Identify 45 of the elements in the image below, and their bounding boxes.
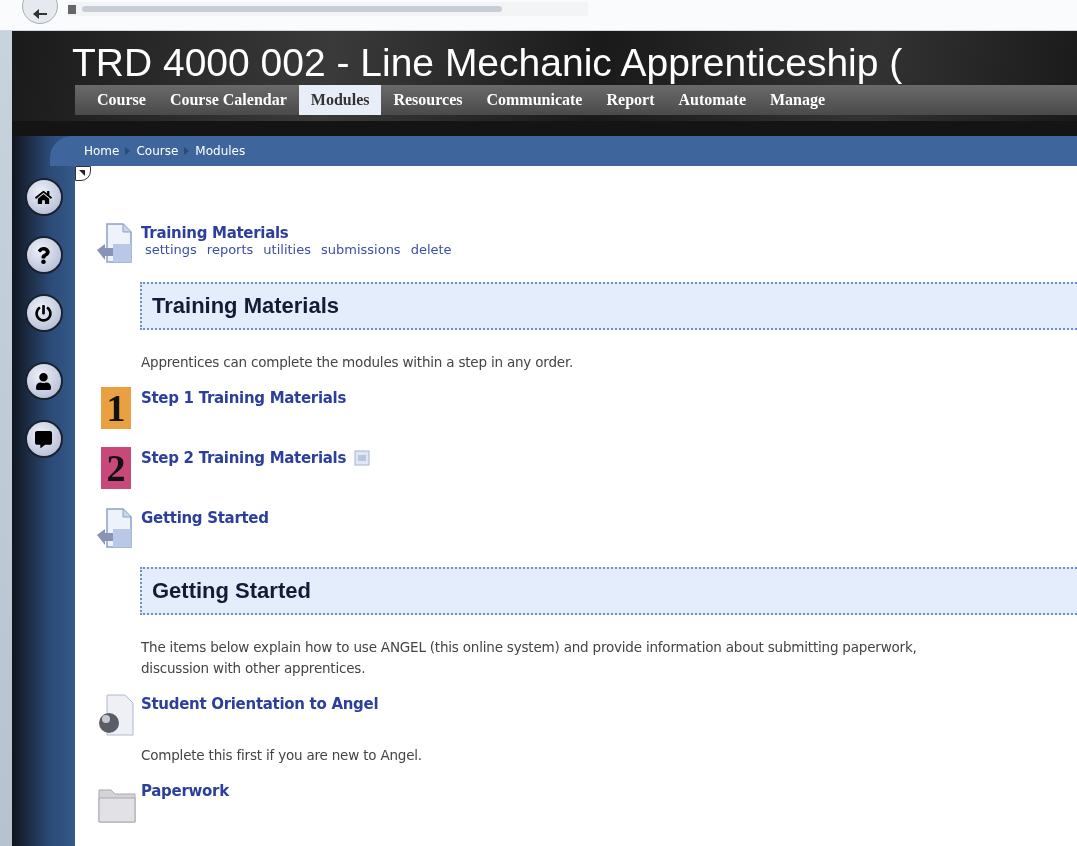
nav-tab[interactable]: Automate [666,85,758,115]
chat-button[interactable] [24,420,63,458]
module-link[interactable]: Getting Started [141,509,269,527]
breadcrumb-link[interactable]: Course [136,144,179,158]
profile-button[interactable] [24,362,63,400]
action-link[interactable]: submissions [321,242,401,257]
module-link[interactable]: Training Materials [141,224,289,242]
action-link[interactable]: settings [145,242,197,257]
separator-icon [184,147,190,155]
collapse-icon[interactable] [75,166,91,181]
module-link[interactable]: Step 2 Training Materials [141,449,347,467]
step-number-badge: 2 [101,447,131,489]
action-link[interactable]: reports [206,242,254,257]
module-link[interactable]: Student Orientation to Angel [141,695,379,713]
description-text: discussion with other apprentices. [141,659,367,678]
section-heading: Getting Started [152,578,311,604]
nav-tab[interactable]: Modules [298,85,382,115]
person-icon [35,372,52,390]
power-button[interactable] [24,294,63,332]
nav-tab[interactable]: Communicate [474,85,595,115]
help-icon [35,246,52,264]
help-button[interactable] [24,236,63,274]
description-text: The items below explain how to use ANGEL (this online system) and provide information about submitting paperwork, [141,638,918,657]
action-link[interactable]: utilities [263,242,311,257]
nav-tab[interactable]: Course [85,85,158,115]
module-link[interactable]: Step 1 Training Materials [141,389,347,407]
nav-tab[interactable]: Resources [381,85,475,115]
section-heading: Training Materials [152,293,340,319]
step-number-badge: 1 [101,387,131,429]
nav-tab[interactable]: Report [594,85,667,115]
description-text: Apprentices can complete the modules within a step in any order. [141,353,575,372]
module-link[interactable]: Paperwork [141,782,229,800]
nav-tab[interactable]: Manage [758,85,838,115]
separator-icon [125,147,131,155]
course-title: TRD 4000 002 - Line Mechanic Apprenticeship ( [71,40,904,85]
power-icon [35,304,52,322]
back-arrow-icon [33,9,47,19]
description-text: Complete this first if you are new to Angel. [141,746,423,765]
home-button[interactable] [24,178,63,216]
nav-tab[interactable]: Course Calendar [157,85,299,115]
action-link[interactable]: delete [410,242,452,257]
breadcrumb-link[interactable]: Modules [195,144,246,158]
home-icon [35,188,52,206]
breadcrumb-link[interactable]: Home [84,144,120,158]
chat-icon [35,430,52,448]
